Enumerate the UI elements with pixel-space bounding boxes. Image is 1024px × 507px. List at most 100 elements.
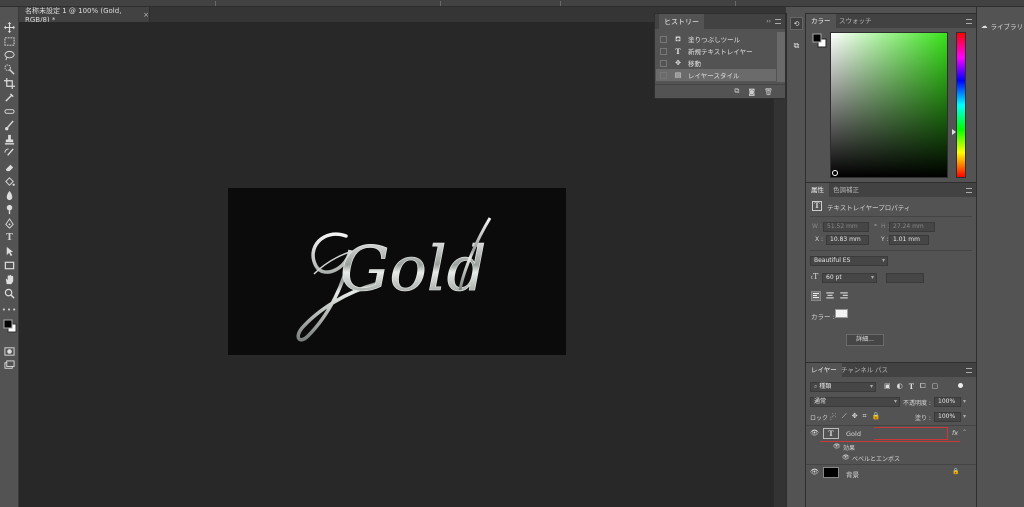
align-right-icon[interactable] bbox=[839, 291, 849, 301]
opacity-field[interactable]: 100% bbox=[934, 397, 961, 407]
eye-icon[interactable]: 👁 bbox=[810, 429, 819, 437]
lock-image-icon[interactable]: ⟋ bbox=[842, 412, 847, 421]
color-menu-icon[interactable] bbox=[966, 19, 972, 24]
history-panel-icon[interactable]: ⟲ bbox=[790, 17, 803, 30]
history-checkbox[interactable] bbox=[660, 71, 667, 79]
screen-mode-icon[interactable] bbox=[2, 359, 17, 372]
tab-properties[interactable]: 属性 bbox=[806, 183, 829, 198]
history-panel-title[interactable]: ヒストリー bbox=[659, 13, 704, 30]
close-tab-icon[interactable]: × bbox=[143, 11, 149, 19]
advanced-options-button[interactable]: 詳細... bbox=[846, 334, 884, 346]
blend-mode-select[interactable]: 通常 ▾ bbox=[810, 397, 900, 407]
fx-icon[interactable]: fx bbox=[952, 429, 958, 437]
collapse-icon[interactable]: ›› bbox=[766, 18, 771, 25]
eyedropper-tool-icon[interactable] bbox=[2, 91, 17, 104]
layer-name[interactable]: Gold bbox=[846, 430, 861, 438]
color-swatches-icon[interactable] bbox=[2, 319, 17, 332]
libraries-button[interactable]: ☁ ライブラリ bbox=[981, 21, 1023, 31]
paint-bucket-tool-icon[interactable] bbox=[2, 175, 17, 188]
history-item[interactable]: T 新規テキストレイヤー bbox=[656, 45, 776, 57]
filter-smart-object-icon[interactable]: ▢ bbox=[932, 382, 939, 392]
filter-shape-icon[interactable]: ⧠ bbox=[920, 382, 926, 392]
hue-slider-handle[interactable] bbox=[952, 129, 956, 135]
lock-artboard-icon[interactable]: ⌗ bbox=[863, 412, 867, 421]
eye-icon[interactable]: 👁 bbox=[842, 454, 850, 461]
chevron-down-icon[interactable]: ▾ bbox=[963, 398, 966, 405]
font-size-select[interactable]: 60 pt ▾ bbox=[822, 273, 877, 283]
new-document-from-state-icon[interactable]: ⧉ bbox=[734, 87, 739, 96]
quick-mask-icon[interactable] bbox=[2, 345, 17, 358]
tab-adjustments[interactable]: 色調補正 bbox=[828, 183, 864, 198]
effects-row[interactable]: 👁 効果 bbox=[806, 442, 976, 453]
tab-swatches[interactable]: スウォッチ bbox=[834, 14, 877, 29]
color-saturation-field[interactable] bbox=[830, 32, 948, 178]
x-field[interactable]: 10.83 mm bbox=[826, 235, 869, 245]
history-item[interactable]: ⛾ 塗りつぶしツール bbox=[656, 33, 776, 45]
history-item[interactable]: ✥ 移動 bbox=[656, 57, 776, 69]
fg-bg-color-icon[interactable] bbox=[812, 33, 827, 50]
more-tools-icon[interactable]: ••• bbox=[2, 303, 17, 316]
layer-name[interactable]: 背景 bbox=[846, 469, 859, 479]
adjustment-panel-icon[interactable]: ⧉ bbox=[790, 40, 803, 53]
eraser-tool-icon[interactable] bbox=[2, 161, 17, 174]
brush-tool-icon[interactable] bbox=[2, 119, 17, 132]
filter-toggle-icon[interactable] bbox=[958, 383, 963, 388]
lock-position-icon[interactable]: ✥ bbox=[852, 412, 858, 421]
quick-select-tool-icon[interactable] bbox=[2, 63, 17, 76]
filter-adjustment-icon[interactable]: ◐ bbox=[897, 382, 903, 392]
path-select-tool-icon[interactable] bbox=[2, 245, 17, 258]
chevron-down-icon[interactable]: ▾ bbox=[963, 413, 966, 420]
layer-row-background[interactable]: 👁 背景 🔒 bbox=[806, 464, 976, 479]
type-tool-icon[interactable]: T bbox=[2, 231, 17, 244]
document-canvas[interactable]: Gold bbox=[228, 188, 566, 355]
align-center-icon[interactable] bbox=[825, 291, 835, 301]
tab-color[interactable]: カラー bbox=[806, 14, 836, 29]
pen-tool-icon[interactable] bbox=[2, 217, 17, 230]
clone-stamp-tool-icon[interactable] bbox=[2, 133, 17, 146]
healing-brush-tool-icon[interactable] bbox=[2, 105, 17, 118]
align-left-icon[interactable] bbox=[811, 291, 821, 301]
snapshot-camera-icon[interactable]: ◙ bbox=[748, 88, 755, 96]
blur-tool-icon[interactable] bbox=[2, 189, 17, 202]
history-menu-icon[interactable] bbox=[775, 19, 781, 24]
filter-pixel-icon[interactable]: ▣ bbox=[884, 382, 891, 392]
hue-slider[interactable] bbox=[956, 32, 966, 178]
color-picker-cursor[interactable] bbox=[832, 170, 838, 176]
width-field[interactable]: 51.52 mm bbox=[823, 222, 869, 232]
layer-filter-select[interactable]: ⌕ 種類 ▾ bbox=[810, 382, 876, 392]
collapse-effects-icon[interactable]: ⌃ bbox=[962, 429, 967, 436]
link-icon[interactable]: ⚭ bbox=[873, 222, 878, 229]
rectangle-tool-icon[interactable] bbox=[2, 259, 17, 272]
document-tab[interactable]: 名称未設定 1 @ 100% (Gold, RGB/8) * × bbox=[19, 7, 150, 24]
zoom-tool-icon[interactable] bbox=[2, 287, 17, 300]
bevel-emboss-row[interactable]: 👁 ベベルとエンボス bbox=[806, 453, 976, 464]
fill-field[interactable]: 100% bbox=[934, 412, 961, 422]
eye-icon[interactable]: 👁 bbox=[810, 468, 819, 476]
tab-paths[interactable]: パス bbox=[870, 363, 893, 378]
history-item-selected[interactable]: ▤ レイヤースタイル bbox=[656, 69, 776, 81]
text-color-swatch[interactable] bbox=[835, 309, 848, 318]
lock-all-icon[interactable]: 🔒 bbox=[872, 412, 881, 421]
history-checkbox[interactable] bbox=[660, 47, 667, 55]
layer-row-gold[interactable]: 👁 T Gold fx ⌃ bbox=[806, 425, 976, 440]
history-scrollbar[interactable] bbox=[777, 32, 785, 82]
history-checkbox[interactable] bbox=[660, 59, 667, 67]
move-tool-icon[interactable] bbox=[2, 21, 17, 34]
properties-menu-icon[interactable] bbox=[966, 188, 972, 193]
hand-tool-icon[interactable] bbox=[2, 273, 17, 286]
height-field[interactable]: 27.24 mm bbox=[889, 222, 935, 232]
y-field[interactable]: 1.01 mm bbox=[889, 235, 929, 245]
history-brush-tool-icon[interactable] bbox=[2, 147, 17, 160]
filter-type-icon[interactable]: T bbox=[909, 382, 914, 392]
crop-tool-icon[interactable] bbox=[2, 77, 17, 90]
dodge-tool-icon[interactable] bbox=[2, 203, 17, 216]
leading-select[interactable] bbox=[886, 273, 924, 283]
layers-menu-icon[interactable] bbox=[966, 368, 972, 373]
lock-transparent-icon[interactable]: ⁙ bbox=[831, 412, 837, 421]
eye-icon[interactable]: 👁 bbox=[833, 443, 841, 450]
marquee-tool-icon[interactable] bbox=[2, 35, 17, 48]
font-family-select[interactable]: Beautiful ES ▾ bbox=[810, 256, 888, 266]
lasso-tool-icon[interactable] bbox=[2, 49, 17, 62]
history-checkbox[interactable] bbox=[660, 35, 667, 43]
trash-icon[interactable]: 🗑 bbox=[764, 88, 773, 96]
